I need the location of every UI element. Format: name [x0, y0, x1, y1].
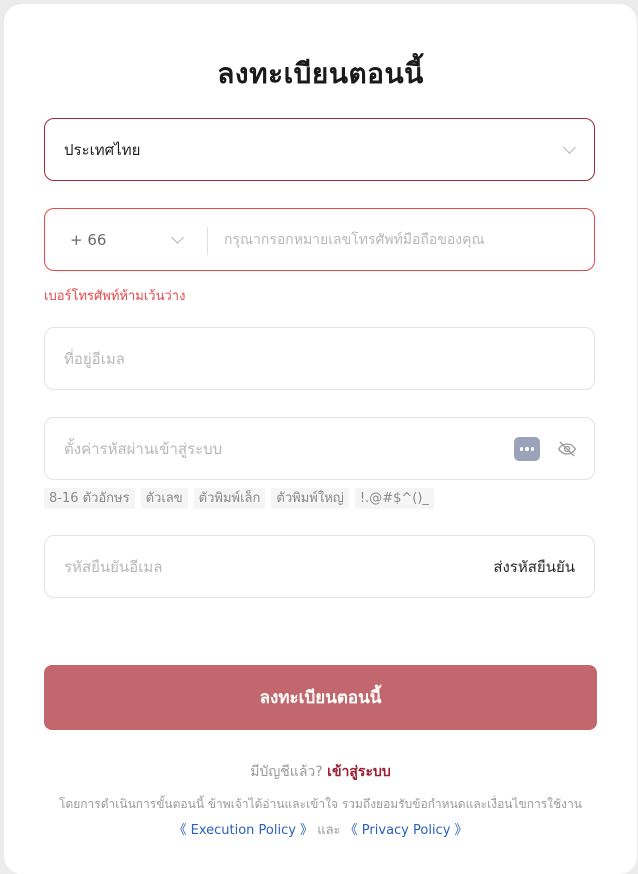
password-requirements: 8-16 ตัวอักษร ตัวเลข ตัวพิมพ์เล็ก ตัวพิม… [44, 488, 434, 509]
policy-links: 《 Execution Policy 》 และ 《 Privacy Polic… [4, 819, 637, 840]
hint-uppercase: ตัวพิมพ์ใหญ่ [271, 488, 349, 509]
hint-digit: ตัวเลข [140, 488, 188, 509]
verification-code-field: รหัสยืนยันอีเมล ส่งรหัสยืนยัน [44, 535, 595, 598]
register-card: ลงทะเบียนตอนนี้ ประเทศไทย + 66 กรุณากรอก… [4, 4, 637, 874]
divider [207, 227, 208, 255]
login-link[interactable]: เข้าสู่ระบบ [327, 764, 391, 780]
terms-text: โดยการดำเนินการขั้นตอนนี้ ข้าพเจ้าได้อ่า… [59, 797, 582, 811]
verification-code-input[interactable]: รหัสยืนยันอีเมล [64, 555, 162, 579]
phone-input[interactable]: กรุณากรอกหมายเลขโทรศัพท์มือถือของคุณ [224, 229, 484, 251]
hint-length: 8-16 ตัวอักษร [44, 488, 135, 509]
page-title: ลงทะเบียนตอนนี้ [217, 57, 424, 90]
password-input[interactable]: ตั้งค่ารหัสผ่านเข้าสู่ระบบ [64, 437, 222, 461]
hint-lowercase: ตัวพิมพ์เล็ก [193, 488, 266, 509]
login-prompt-text: มีบัญชีแล้ว? [250, 764, 323, 780]
send-code-button[interactable]: ส่งรหัสยืนยัน [493, 555, 575, 579]
password-field: ตั้งค่ารหัสผ่านเข้าสู่ระบบ [44, 417, 595, 480]
country-select[interactable]: ประเทศไทย [44, 118, 595, 181]
policy-and-text: และ [317, 823, 341, 838]
password-manager-icon[interactable] [514, 437, 540, 461]
country-value: ประเทศไทย [64, 140, 141, 159]
execution-policy-link[interactable]: 《 Execution Policy 》 [173, 823, 313, 838]
eye-off-icon[interactable] [556, 439, 578, 459]
chevron-down-icon[interactable] [171, 231, 184, 244]
email-placeholder: ที่อยู่อีเมล [64, 349, 125, 368]
login-prompt: มีบัญชีแล้ว? เข้าสู่ระบบ [4, 761, 637, 783]
email-input[interactable]: ที่อยู่อีเมล [44, 327, 595, 390]
phone-error-message: เบอร์โทรศัพท์ห้ามเว้นว่าง [44, 289, 186, 304]
register-button[interactable]: ลงทะเบียนตอนนี้ [44, 665, 597, 730]
phone-code-select[interactable]: + 66 [70, 231, 106, 249]
chevron-down-icon [563, 141, 576, 154]
privacy-policy-link[interactable]: 《 Privacy Policy 》 [345, 823, 468, 838]
phone-field: + 66 กรุณากรอกหมายเลขโทรศัพท์มือถือของคุ… [44, 208, 595, 271]
hint-symbols: !.@#$^()_ [354, 488, 434, 509]
